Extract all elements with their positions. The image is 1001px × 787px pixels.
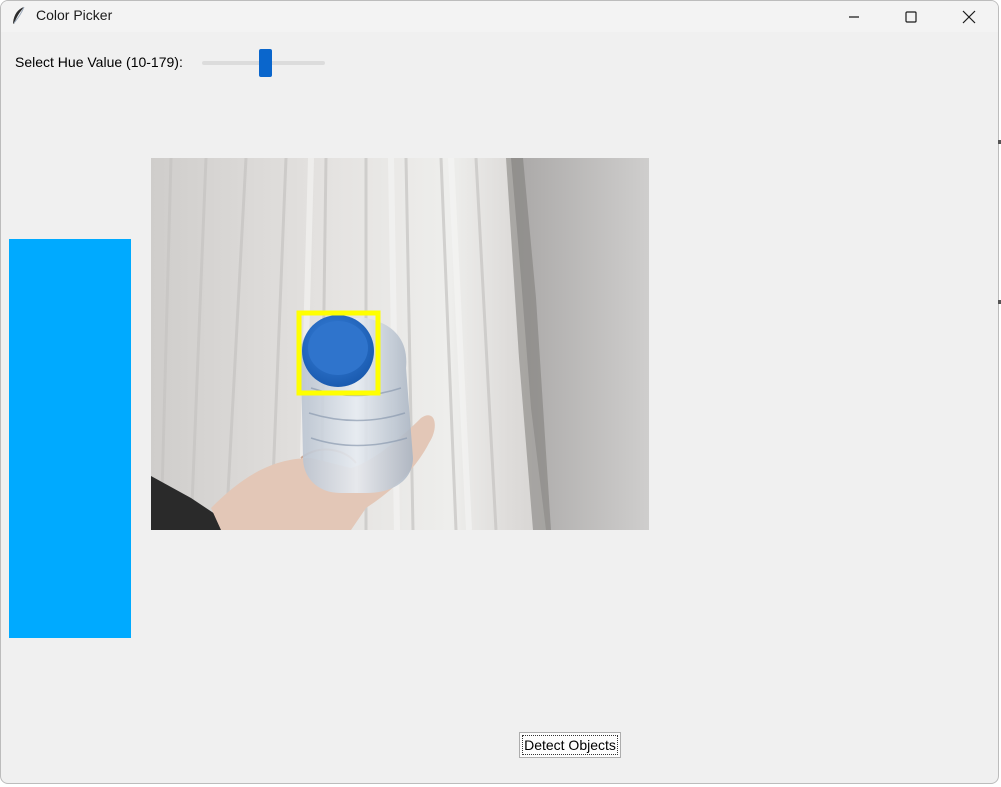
window-title: Color Picker	[36, 7, 113, 23]
hue-slider-thumb[interactable]	[259, 49, 272, 77]
minimize-icon	[848, 11, 860, 23]
title-bar[interactable]: Color Picker	[1, 1, 998, 32]
minimize-button[interactable]	[825, 1, 883, 32]
hue-label: Select Hue Value (10-179):	[15, 54, 183, 70]
maximize-button[interactable]	[882, 1, 940, 32]
close-icon	[962, 10, 976, 24]
close-button[interactable]	[940, 1, 998, 32]
feather-icon	[10, 6, 28, 26]
maximize-icon	[905, 10, 917, 23]
color-picker-window: Color Picker Select Hue Value (10-179):	[0, 0, 999, 784]
camera-preview	[151, 158, 649, 530]
detect-objects-button[interactable]: Detect Objects	[519, 732, 621, 758]
selected-color-swatch	[9, 239, 131, 638]
focus-ring	[522, 735, 618, 755]
